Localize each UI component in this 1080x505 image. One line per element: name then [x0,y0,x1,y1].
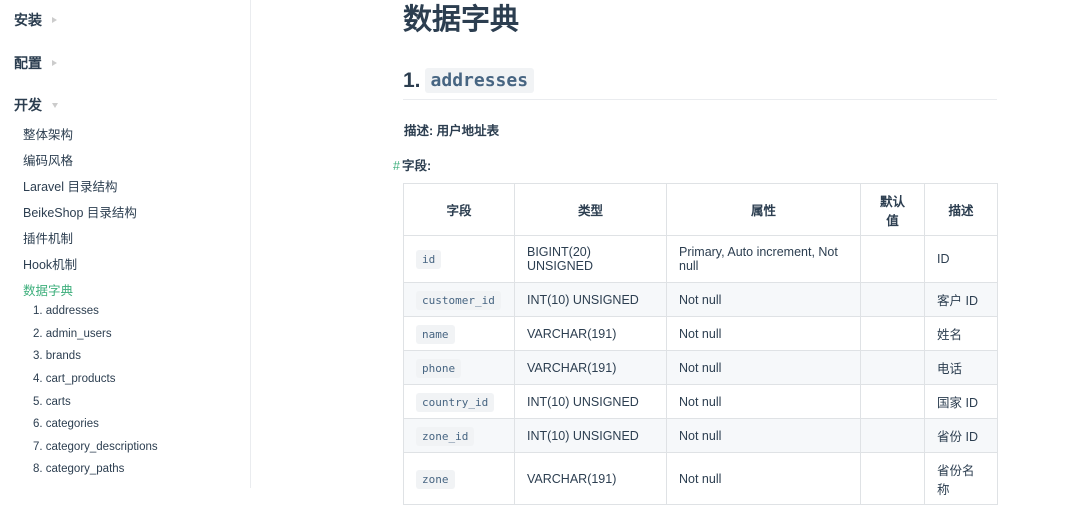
cell-attributes: Not null [666,282,861,317]
field-name: country_id [416,392,495,412]
chevron-right-icon [52,60,57,66]
fields-heading: # 字段: [393,155,431,174]
sidebar-item-architecture[interactable]: 整体架构 [23,124,73,143]
sidebar-group-dev[interactable]: 开发 [14,95,58,115]
table-row: country_id INT(10) UNSIGNED Not null 国家 … [403,384,998,419]
cell-description: 电话 [924,350,998,385]
table-row: id BIGINT(20) UNSIGNED Primary, Auto inc… [403,235,998,283]
cell-type: INT(10) UNSIGNED [514,418,667,453]
cell-type: INT(10) UNSIGNED [514,282,667,317]
header-attributes: 属性 [666,183,861,236]
sidebar-subitem-addresses[interactable]: 1. addresses [33,305,99,317]
sidebar-subitem-cart-products[interactable]: 4. cart_products [33,373,115,385]
cell-field: phone [403,350,515,385]
cell-field: id [403,235,515,283]
field-name: id [416,250,442,269]
field-name: zone [416,469,455,489]
chevron-down-icon [52,102,58,108]
cell-type: BIGINT(20) UNSIGNED [514,235,667,283]
table-row: name VARCHAR(191) Not null 姓名 [403,316,998,351]
cell-default [860,235,925,283]
cell-attributes: Primary, Auto increment, Not null [666,235,861,283]
cell-attributes: Not null [666,316,861,351]
section-table-name: addresses [424,68,535,93]
sidebar-subitem-admin-users[interactable]: 2. admin_users [33,328,112,340]
sidebar-subitem-category-paths[interactable]: 8. category_paths [33,463,124,475]
table-header-row: 字段 类型 属性 默认值 描述 [403,183,998,236]
cell-field: zone_id [403,418,515,453]
sidebar-item-laravel-structure[interactable]: Laravel 目录结构 [23,176,117,195]
cell-attributes: Not null [666,418,861,453]
table-row: phone VARCHAR(191) Not null 电话 [403,350,998,385]
cell-description: 省份 ID [924,418,998,453]
cell-default [860,452,925,505]
cell-description: ID [924,235,998,283]
sidebar-group-label: 开发 [14,97,42,113]
fields-label: 字段: [401,159,432,173]
header-field: 字段 [403,183,515,236]
cell-default [860,316,925,351]
sidebar-group-config[interactable]: 配置 [14,53,57,73]
header-anchor-link[interactable]: # [393,159,400,173]
chevron-right-icon [52,17,57,23]
section-heading: 1. addresses [403,68,997,93]
section-number: 1. [403,68,421,92]
cell-description: 客户 ID [924,282,998,317]
cell-field: name [403,316,515,351]
cell-field: customer_id [403,282,515,317]
cell-type: VARCHAR(191) [514,316,667,351]
page-title: 数据字典 [403,4,520,36]
field-name: name [416,324,455,344]
sidebar-item-hook[interactable]: Hook机制 [23,254,77,273]
sidebar-subitem-category-descriptions[interactable]: 7. category_descriptions [33,441,158,453]
sidebar-group-label: 安装 [14,12,42,28]
cell-type: INT(10) UNSIGNED [514,384,667,419]
cell-attributes: Not null [666,452,861,505]
field-name: customer_id [416,290,501,310]
field-name: zone_id [416,426,475,446]
cell-default [860,282,925,317]
cell-default [860,384,925,419]
sidebar-item-beikeshop-structure[interactable]: BeikeShop 目录结构 [23,202,137,221]
cell-description: 姓名 [924,316,998,351]
table-row: customer_id INT(10) UNSIGNED Not null 客户… [403,282,998,317]
sidebar-item-data-dictionary[interactable]: 数据字典 [23,280,73,299]
sidebar-subitem-carts[interactable]: 5. carts [33,396,71,408]
header-description: 描述 [924,183,998,236]
table-row: zone VARCHAR(191) Not null 省份名称 [403,452,998,505]
cell-attributes: Not null [666,384,861,419]
header-type: 类型 [514,183,667,236]
header-default: 默认值 [860,183,925,236]
sidebar-subitem-categories[interactable]: 6. categories [33,418,99,430]
sidebar-subitem-brands[interactable]: 3. brands [33,350,81,362]
cell-description: 省份名称 [924,452,998,505]
sidebar-item-plugin[interactable]: 插件机制 [23,228,73,247]
cell-description: 国家 ID [924,384,998,419]
cell-type: VARCHAR(191) [514,350,667,385]
table-row: zone_id INT(10) UNSIGNED Not null 省份 ID [403,418,998,453]
cell-default [860,350,925,385]
cell-field: country_id [403,384,515,419]
table-description: 描述: 用户地址表 [404,124,500,138]
divider [403,99,997,100]
fields-table: 字段 类型 属性 默认值 描述 id BIGINT(20) UNSIGNED P… [403,183,998,505]
cell-attributes: Not null [666,350,861,385]
cell-default [860,418,925,453]
sidebar: 安装 配置 开发 整体架构 编码风格 Laravel 目录结构 BeikeSho… [0,0,251,488]
sidebar-group-label: 配置 [14,55,42,71]
sidebar-item-coding-style[interactable]: 编码风格 [23,150,73,169]
cell-type: VARCHAR(191) [514,452,667,505]
field-name: phone [416,358,462,378]
sidebar-group-install[interactable]: 安装 [14,10,57,30]
cell-field: zone [403,452,515,505]
